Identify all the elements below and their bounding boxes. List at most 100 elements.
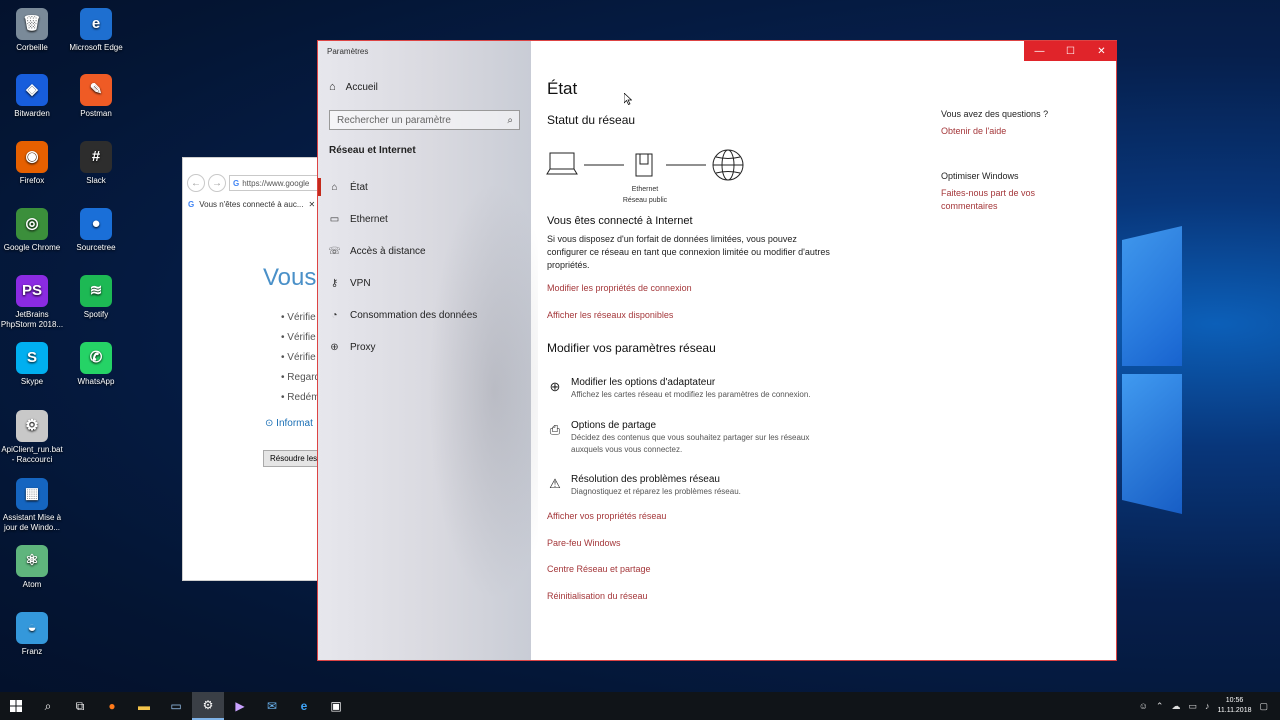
sharing-options-desc: Décidez des contenus que vous souhaitez … (571, 433, 810, 454)
network-label: Ethernet Réseau public (608, 184, 682, 206)
get-help-link[interactable]: Obtenir de l'aide (941, 125, 1091, 138)
cloud-icon[interactable]: ☁ (1171, 701, 1180, 712)
desktop-icon[interactable]: ● Sourcetree (64, 208, 128, 253)
phpstorm-taskbar-icon[interactable]: ▶ (224, 692, 256, 720)
chrome-info-link[interactable]: ⊙ Informat (265, 418, 313, 429)
terminal-taskbar-icon[interactable]: ▣ (320, 692, 352, 720)
nav-item-label: État (350, 181, 368, 193)
laptop-icon (546, 152, 578, 175)
firewall-link[interactable]: Pare-feu Windows (547, 538, 621, 548)
desktop-icon[interactable]: 🗑 Corbeille (0, 8, 64, 53)
desktop-icon[interactable]: # Slack (64, 141, 128, 186)
change-connection-properties-link[interactable]: Modifier les propriétés de connexion (547, 283, 692, 293)
nav-item[interactable]: ⚷ VPN (318, 267, 531, 299)
file-explorer-icon[interactable]: ▬ (128, 692, 160, 720)
feedback-link[interactable]: Faites-nous part de vos commentaires (941, 187, 1091, 213)
sharing-options-item[interactable]: ⎙ Options de partage Décidez des contenu… (547, 420, 841, 456)
app-icon: e (80, 8, 112, 40)
settings-window: Paramètres ⌂ Accueil Rechercher un param… (317, 40, 1117, 661)
desktop-icon[interactable]: ⚙ ApiClient_run.bat - Raccourci (0, 410, 64, 465)
printer-share-icon: ⎙ (549, 422, 561, 437)
app-icon: ◒ (16, 612, 48, 644)
nav-item[interactable]: ◔ Consommation des données (318, 299, 531, 331)
volume-icon[interactable]: ♪ (1205, 701, 1210, 711)
home-nav-item[interactable]: ⌂ Accueil (329, 81, 378, 93)
outlook-taskbar-icon[interactable]: ✉ (256, 692, 288, 720)
desktop-icon[interactable]: PS JetBrains PhpStorm 2018... (0, 275, 64, 330)
firefox-taskbar-icon[interactable]: ● (96, 692, 128, 720)
show-available-networks-link[interactable]: Afficher les réseaux disponibles (547, 310, 673, 320)
connected-description: Si vous disposez d'un forfait de données… (547, 234, 830, 270)
network-icon[interactable]: ▭ (1188, 701, 1197, 712)
globe-icon: ⊕ (330, 341, 339, 353)
chrome-bullet: • Redém (281, 388, 320, 408)
chrome-window[interactable]: ← → G https://www.google G Vous n'êtes c… (182, 157, 322, 581)
globe-icon (712, 149, 744, 181)
remote-desktop-icon[interactable]: ▭ (160, 692, 192, 720)
start-button[interactable] (0, 692, 32, 720)
clock[interactable]: 10:56 11.11.2018 (1217, 696, 1251, 716)
home-icon: ⌂ (331, 181, 338, 193)
network-properties-link[interactable]: Afficher vos propriétés réseau (547, 511, 666, 521)
nav-item-label: VPN (350, 277, 371, 289)
chrome-bullet: • Vérifie (281, 348, 320, 368)
adapter-options-item[interactable]: ⊕ Modifier les options d'adaptateur Affi… (547, 377, 811, 401)
edge-taskbar-icon[interactable]: e (288, 692, 320, 720)
clock-date: 11.11.2018 (1217, 707, 1252, 714)
network-diagram: Ethernet Réseau public (546, 147, 756, 209)
task-view-icon[interactable]: ⧉ (64, 692, 96, 720)
forward-icon[interactable]: → (208, 174, 226, 192)
troubleshoot-item[interactable]: ⚠ Résolution des problèmes réseau Diagno… (547, 474, 741, 498)
desktop-icon[interactable]: ✆ WhatsApp (64, 342, 128, 387)
desktop-icon[interactable]: ◒ Franz (0, 612, 64, 657)
desktop-icon[interactable]: S Skype (0, 342, 64, 387)
clock-time: 10:56 (1225, 697, 1244, 704)
back-icon[interactable]: ← (187, 174, 205, 192)
tab-title: Vous n'êtes connecté à auc... (199, 200, 304, 209)
desktop-icon-label: Bitwarden (14, 109, 50, 118)
desktop-icon[interactable]: ✎ Postman (64, 74, 128, 119)
desktop-icon[interactable]: ≋ Spotify (64, 275, 128, 320)
chrome-bullets: • Vérifie • Vérifie • Vérifie • Regard • Red… (281, 308, 320, 408)
desktop-icon-label: JetBrains PhpStorm 2018... (0, 310, 64, 329)
nav-item[interactable]: ⊕ Proxy (318, 331, 531, 363)
nav-item-label: Accès à distance (350, 245, 426, 257)
search-icon[interactable]: ⌕ (32, 692, 64, 720)
chevron-up-icon[interactable]: ⌃ (1156, 701, 1164, 712)
desktop-icon-label: Microsoft Edge (69, 43, 123, 52)
network-reset-link[interactable]: Réinitialisation du réseau (547, 591, 648, 601)
chrome-tab[interactable]: G Vous n'êtes connecté à auc... ✕ (183, 194, 321, 215)
adapter-icon: ⊕ (549, 379, 561, 394)
chrome-troubleshoot-button[interactable]: Résoudre les (263, 450, 321, 467)
settings-taskbar-icon[interactable]: ⚙ (192, 692, 224, 720)
nav-item[interactable]: ▭ Ethernet (318, 203, 531, 235)
bullet-text: Vérifie (287, 352, 316, 363)
network-sharing-center-link[interactable]: Centre Réseau et partage (547, 564, 651, 574)
bullet-text: Redém (287, 392, 320, 403)
people-icon[interactable]: ☺ (1139, 701, 1148, 711)
nav-item[interactable]: ⌂ État (318, 171, 531, 203)
desktop-icon-label: Franz (21, 647, 43, 656)
bullet-text: Regard (287, 372, 321, 383)
window-title: Paramètres (327, 47, 369, 56)
monitor-icon: ▭ (329, 213, 340, 225)
search-icon[interactable]: ⌕ (507, 115, 513, 126)
nav-item-label: Proxy (350, 341, 376, 353)
desktop-icon[interactable]: ◎ Google Chrome (0, 208, 64, 253)
desktop-icon[interactable]: ◈ Bitwarden (0, 74, 64, 119)
app-icon: ≋ (80, 275, 112, 307)
connected-title: Vous êtes connecté à Internet (547, 215, 693, 227)
nav-item[interactable]: ☏ Accès à distance (318, 235, 531, 267)
desktop-icon[interactable]: ▦ Assistant Mise à jour de Windo... (0, 478, 64, 533)
tab-close-icon[interactable]: ✕ (309, 200, 316, 209)
settings-sidebar: Paramètres ⌂ Accueil Rechercher un param… (318, 41, 538, 660)
chrome-heading: Vous (263, 264, 317, 291)
app-icon: ⚙ (16, 410, 48, 442)
settings-search-input[interactable]: Rechercher un paramètre ⌕ (329, 110, 520, 130)
desktop-icon[interactable]: e Microsoft Edge (64, 8, 128, 53)
desktop-icon[interactable]: ⚛ Atom (0, 545, 64, 590)
desktop-icon-label: Firefox (19, 176, 45, 185)
notification-icon[interactable]: ▢ (1259, 701, 1268, 712)
address-bar[interactable]: G https://www.google (229, 175, 319, 191)
desktop-icon[interactable]: ◉ Firefox (0, 141, 64, 186)
